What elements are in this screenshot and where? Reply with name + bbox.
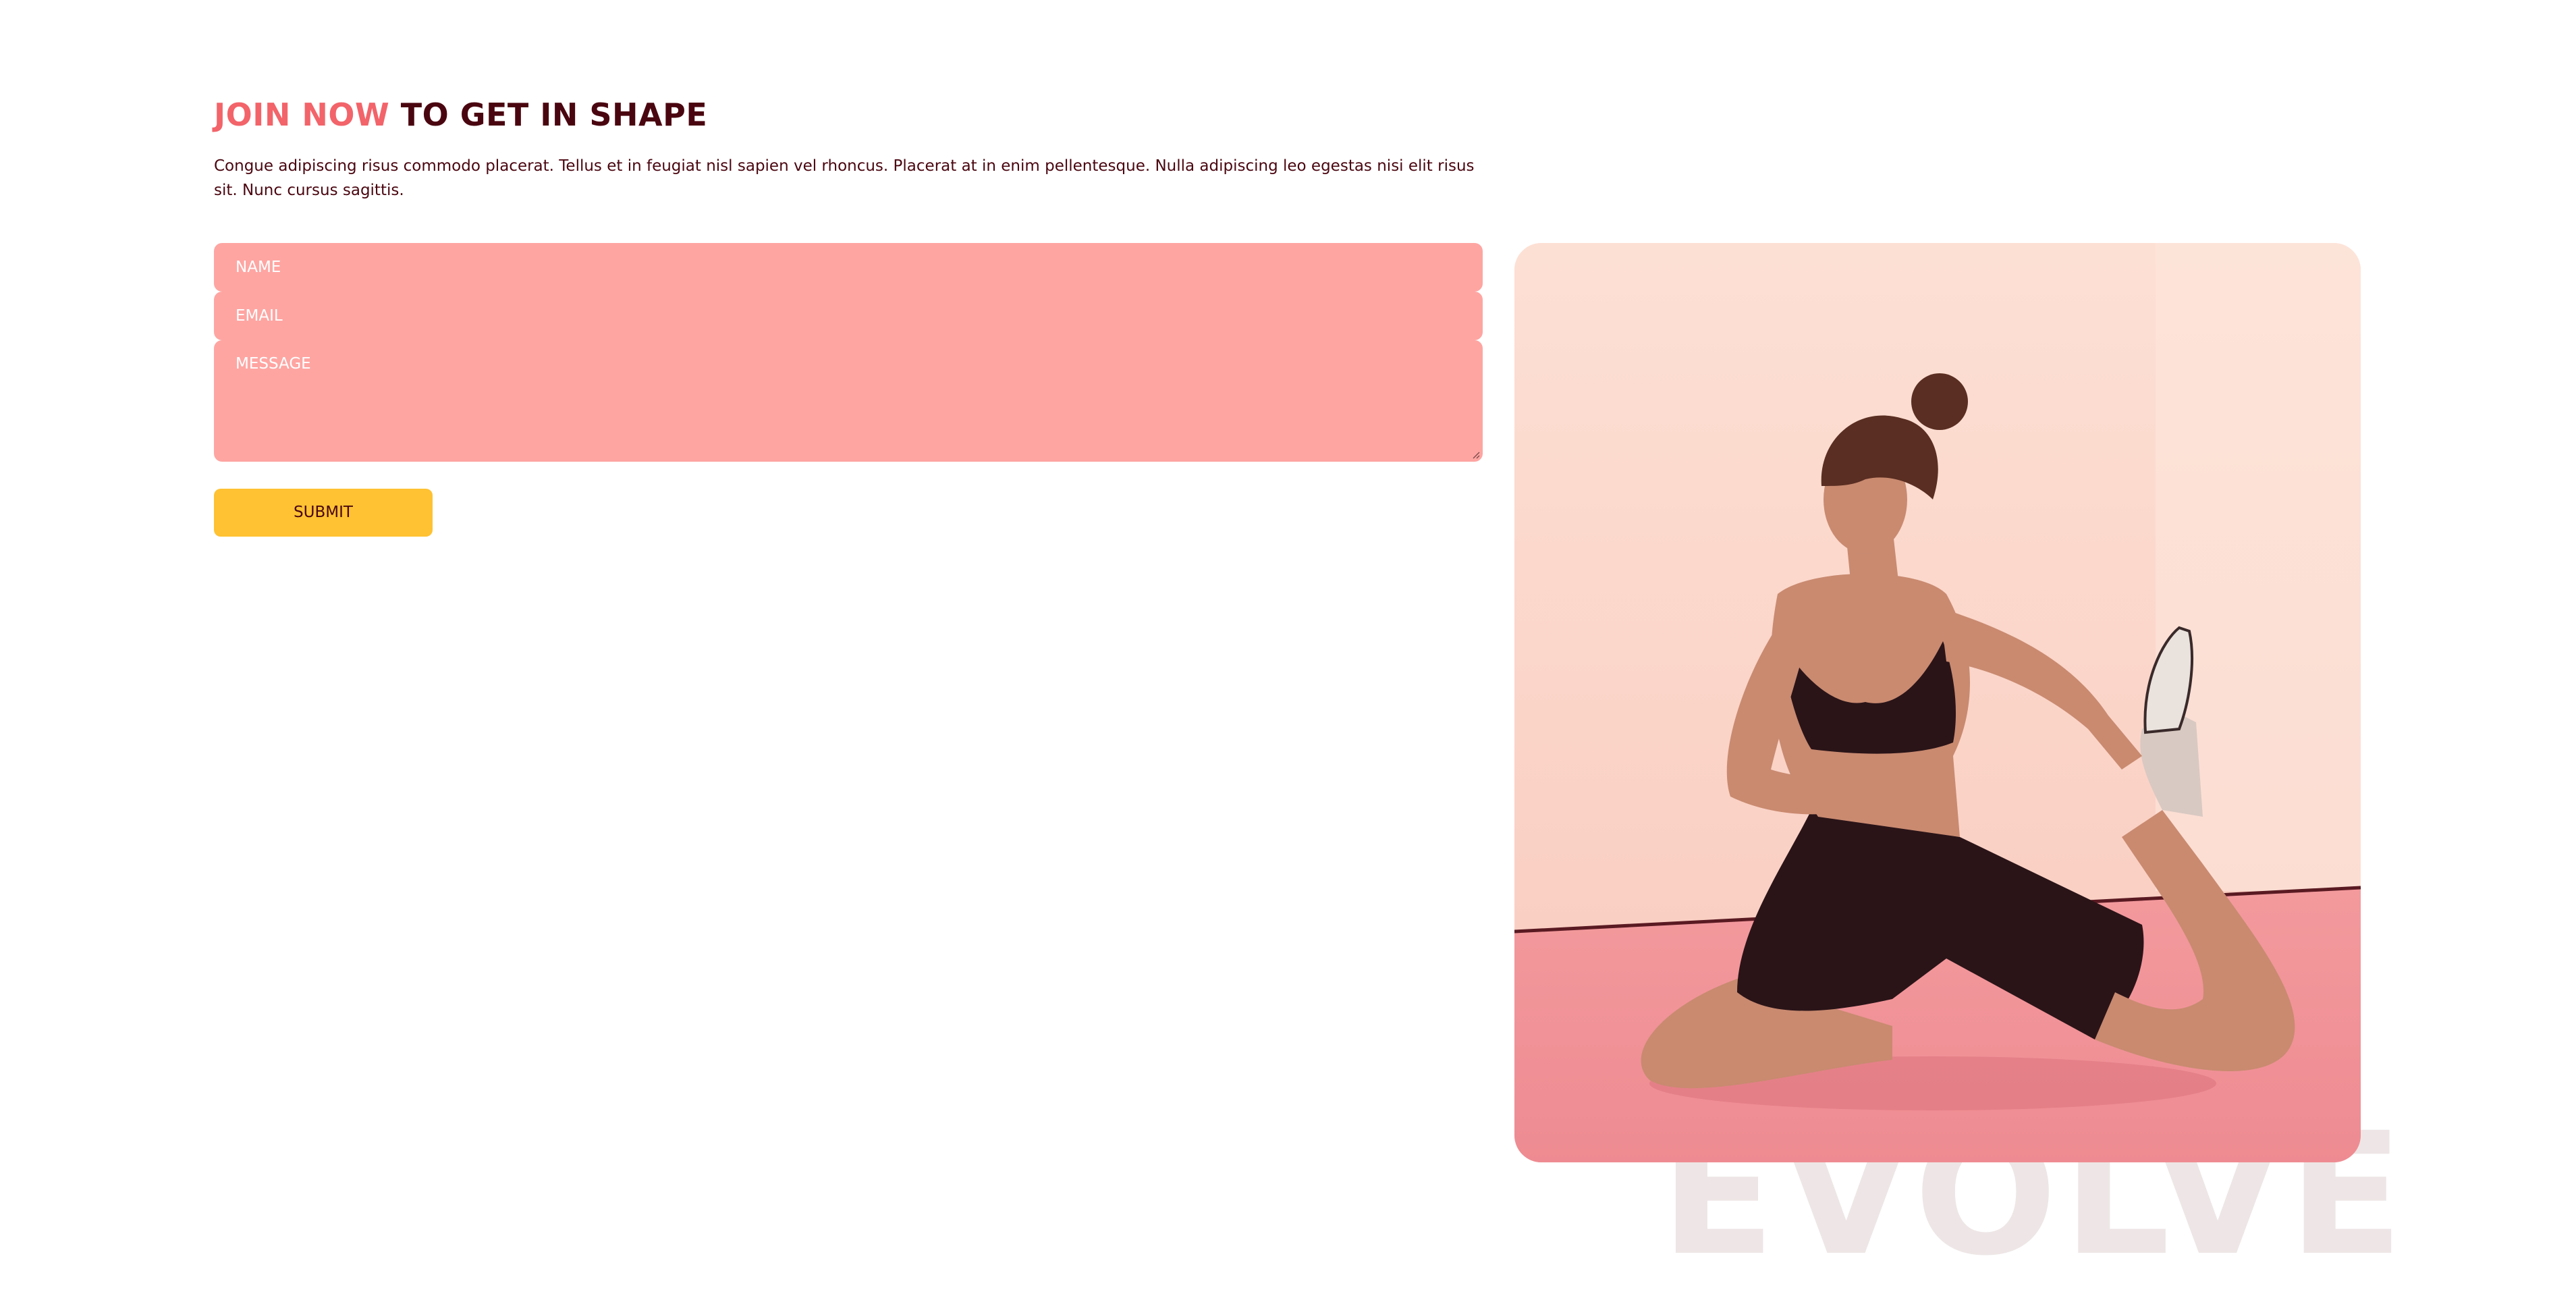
name-input[interactable]: NAME [214,243,1483,292]
page-heading: JOIN NOW TO GET IN SHAPE [214,94,707,135]
heading-rest: TO GET IN SHAPE [400,97,708,133]
message-placeholder: MESSAGE [236,355,311,373]
email-placeholder: EMAIL [236,307,283,325]
heading-accent: JOIN NOW [214,97,390,133]
submit-button[interactable]: SUBMIT [214,489,433,537]
description-text: Congue adipiscing risus commodo placerat… [214,157,1475,199]
message-textarea[interactable]: MESSAGE [214,340,1483,462]
resize-handle-icon[interactable] [1472,451,1480,459]
woman-stretching-illustration [1514,243,2361,1162]
name-placeholder: NAME [236,259,281,276]
email-input[interactable]: EMAIL [214,292,1483,340]
fitness-photo [1514,243,2361,1162]
